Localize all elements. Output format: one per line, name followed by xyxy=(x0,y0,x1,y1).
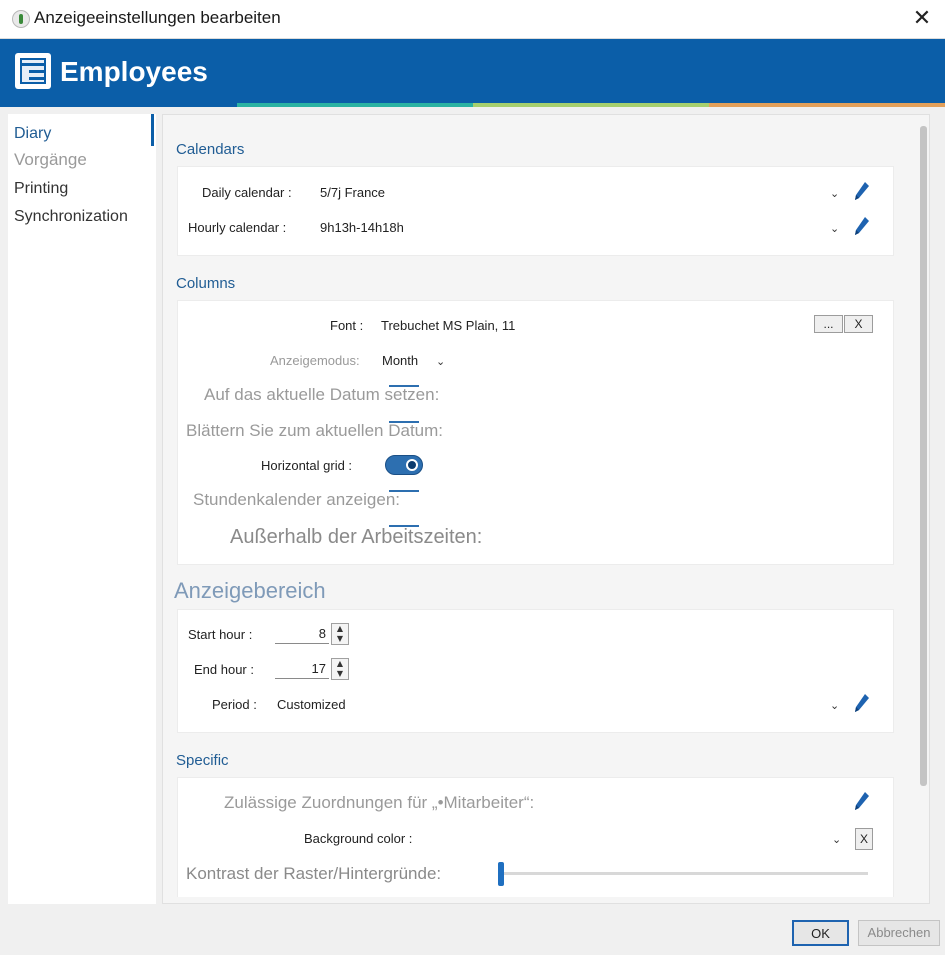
banner-stripe xyxy=(709,103,945,107)
window-title: Anzeigeeinstellungen bearbeiten xyxy=(34,8,281,27)
start-hour-stepper[interactable]: 8 ▲ ▼ xyxy=(275,623,349,645)
set-current-date-toggle[interactable] xyxy=(389,385,419,387)
table-icon xyxy=(15,53,51,89)
vertical-scrollbar[interactable] xyxy=(920,126,927,786)
section-title-specific: Specific xyxy=(176,752,229,769)
daily-calendar-select[interactable]: 5/7j France xyxy=(320,185,385,200)
pencil-icon[interactable] xyxy=(854,216,870,236)
hourly-calendar-label: Hourly calendar : xyxy=(188,220,287,235)
stepper-down-icon[interactable]: ▼ xyxy=(332,634,348,644)
end-hour-label: End hour : xyxy=(194,662,254,677)
end-hour-field[interactable]: 17 xyxy=(275,658,329,679)
app-icon xyxy=(12,10,30,28)
section-title-calendars: Calendars xyxy=(176,141,245,158)
selected-marker xyxy=(151,114,154,146)
ok-button[interactable]: OK xyxy=(792,920,849,946)
contrast-slider-handle[interactable] xyxy=(498,862,504,886)
background-color-label: Background color : xyxy=(304,831,413,846)
pencil-icon[interactable] xyxy=(854,181,870,201)
daily-calendar-label: Daily calendar : xyxy=(202,185,292,200)
chevron-down-icon[interactable]: ⌄ xyxy=(830,222,839,235)
sidebar-item-diary[interactable]: Diary xyxy=(14,125,51,143)
start-hour-label: Start hour : xyxy=(188,627,253,642)
display-mode-select[interactable]: Month xyxy=(382,353,418,368)
end-hour-stepper[interactable]: 17 ▲ ▼ xyxy=(275,658,349,680)
title-bar: Anzeigeeinstellungen bearbeiten ✕ xyxy=(0,0,945,39)
banner-title: Employees xyxy=(60,56,208,87)
display-range-card: Start hour : 8 ▲ ▼ End hour : 17 ▲ ▼ Perio… xyxy=(177,609,894,733)
font-label: Font : xyxy=(330,318,364,333)
display-mode-label: Anzeigemodus: xyxy=(270,353,360,368)
set-current-date-label: Auf das aktuelle Datum setzen: xyxy=(204,385,440,404)
font-clear-button[interactable]: X xyxy=(844,315,873,333)
sidebar-item-vorgaenge[interactable]: Vorgänge xyxy=(14,150,87,170)
sidebar-item-printing[interactable]: Printing xyxy=(14,180,68,198)
section-title-display-range: Anzeigebereich xyxy=(174,578,326,603)
outside-hours-label: Außerhalb der Arbeitszeiten: xyxy=(230,526,483,548)
banner-stripe xyxy=(237,103,473,107)
calendars-card: Daily calendar : 5/7j France ⌄ Hourly ca… xyxy=(177,166,894,256)
allowed-assignments-label: Zulässige Zuordnungen für „•Mitarbeiter“… xyxy=(224,793,535,812)
horizontal-grid-label: Horizontal grid : xyxy=(261,458,353,473)
stepper-down-icon[interactable]: ▼ xyxy=(332,669,348,679)
start-hour-field[interactable]: 8 xyxy=(275,623,329,644)
contrast-slider-track[interactable] xyxy=(500,872,868,875)
background-color-clear-button[interactable]: X xyxy=(855,828,873,850)
chevron-down-icon[interactable]: ⌄ xyxy=(830,699,839,712)
stepper-buttons[interactable]: ▲ ▼ xyxy=(331,623,349,645)
section-title-columns: Columns xyxy=(176,275,236,292)
period-select[interactable]: Customized xyxy=(277,697,346,712)
close-button[interactable]: ✕ xyxy=(908,6,936,32)
period-label: Period : xyxy=(212,697,257,712)
scroll-current-date-label: Blättern Sie zum aktuellen Datum: xyxy=(186,421,444,440)
columns-card: Font : Trebuchet MS Plain, 11 ... X Anze… xyxy=(177,300,894,565)
chevron-down-icon[interactable]: ⌄ xyxy=(832,833,841,846)
stepper-up-icon[interactable]: ▲ xyxy=(332,624,348,634)
horizontal-grid-toggle[interactable] xyxy=(385,455,423,475)
pencil-icon[interactable] xyxy=(854,693,870,713)
chevron-down-icon[interactable]: ⌄ xyxy=(830,187,839,200)
contrast-label: Kontrast der Raster/Hintergründe: xyxy=(186,864,442,883)
banner-stripe xyxy=(0,103,237,107)
font-value: Trebuchet MS Plain, 11 xyxy=(381,318,516,333)
hourly-calendar-select[interactable]: 9h13h-14h18h xyxy=(320,220,404,235)
header-banner: Employees xyxy=(0,39,945,103)
show-hourly-calendar-label: Stundenkalender anzeigen: xyxy=(193,490,400,509)
font-browse-button[interactable]: ... xyxy=(814,315,843,333)
stepper-buttons[interactable]: ▲ ▼ xyxy=(331,658,349,680)
banner-stripe xyxy=(473,103,709,107)
outside-hours-toggle[interactable] xyxy=(389,525,419,527)
specific-card: Zulässige Zuordnungen für „•Mitarbeiter“… xyxy=(177,777,894,897)
cancel-button[interactable]: Abbrechen xyxy=(858,920,940,946)
sidebar: Diary Vorgänge Printing Synchronization xyxy=(8,114,156,904)
pencil-icon[interactable] xyxy=(854,791,870,811)
show-hourly-calendar-toggle[interactable] xyxy=(389,490,419,492)
sidebar-item-synchronization[interactable]: Synchronization xyxy=(14,208,128,226)
scroll-current-date-toggle[interactable] xyxy=(389,421,419,423)
stepper-up-icon[interactable]: ▲ xyxy=(332,659,348,669)
chevron-down-icon[interactable]: ⌄ xyxy=(436,355,445,368)
